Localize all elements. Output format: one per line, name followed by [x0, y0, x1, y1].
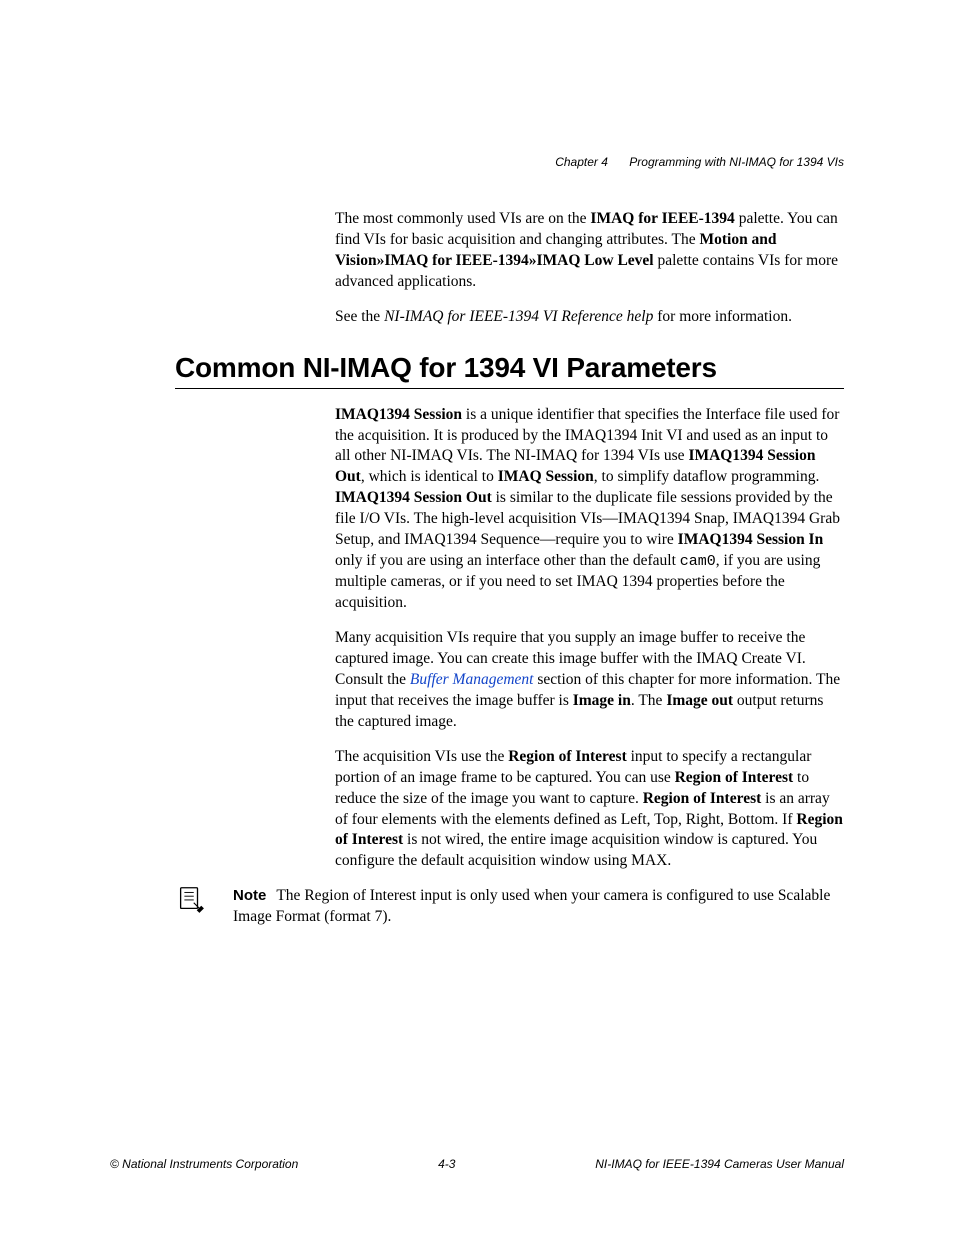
intro-para-2: See the NI-IMAQ for IEEE-1394 VI Referen… [335, 307, 844, 328]
note-block: NoteThe Region of Interest input is only… [175, 886, 844, 928]
chapter-title: Programming with NI-IMAQ for 1394 VIs [629, 155, 844, 169]
note-label: Note [233, 887, 266, 904]
intro-block: The most commonly used VIs are on the IM… [335, 209, 844, 328]
footer-right: NI-IMAQ for IEEE-1394 Cameras User Manua… [595, 1157, 844, 1171]
section-rule [175, 388, 844, 389]
note-icon [175, 884, 205, 919]
section-heading: Common NI-IMAQ for 1394 VI Parameters [175, 352, 844, 384]
note-text: NoteThe Region of Interest input is only… [233, 886, 844, 928]
intro-para-1: The most commonly used VIs are on the IM… [335, 209, 844, 293]
running-header: Chapter 4 Programming with NI-IMAQ for 1… [175, 155, 844, 169]
footer-left: © National Instruments Corporation [110, 1157, 298, 1171]
footer-page-number: 4-3 [438, 1157, 455, 1171]
footer: © National Instruments Corporation 4-3 N… [110, 1157, 844, 1171]
chapter-number: Chapter 4 [555, 155, 608, 169]
code-cam0: cam0 [680, 553, 716, 570]
body-para-1: IMAQ1394 Session is a unique identifier … [335, 405, 844, 615]
buffer-management-link[interactable]: Buffer Management [410, 671, 534, 688]
body-para-3: The acquisition VIs use the Region of In… [335, 747, 844, 873]
body-para-2: Many acquisition VIs require that you su… [335, 628, 844, 733]
body-block: IMAQ1394 Session is a unique identifier … [335, 405, 844, 873]
